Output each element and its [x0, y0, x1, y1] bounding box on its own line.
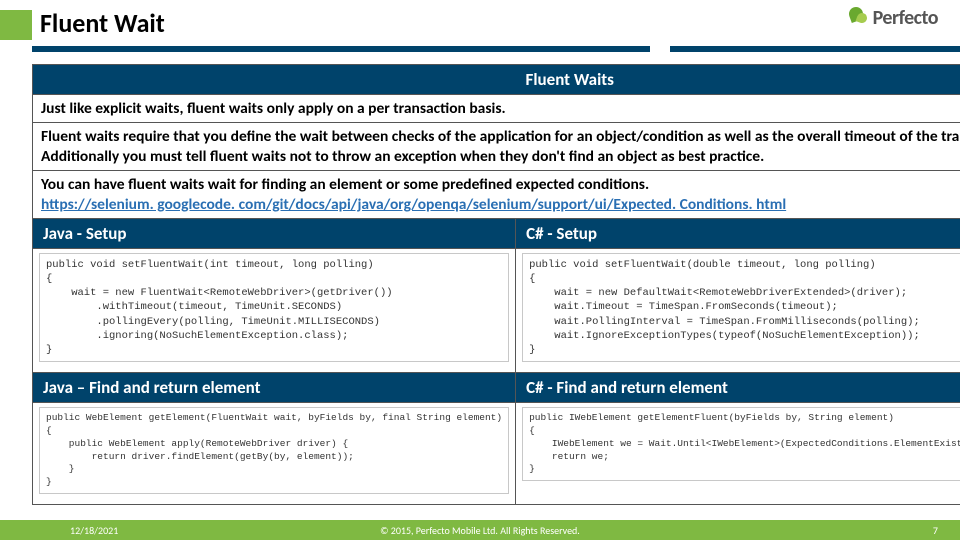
col-header-java-find: Java – Find and return element: [33, 373, 516, 403]
intro-row-3-text: You can have fluent waits wait for findi…: [41, 175, 649, 194]
header-rule-left: [32, 46, 650, 52]
col-header-java-setup: Java - Setup: [33, 218, 516, 248]
footer-date: 12/18/2021: [70, 524, 118, 537]
code-java-find-cell: public WebElement getElement(FluentWait …: [33, 403, 516, 505]
col-header-cs-find: C# - Find and return element: [516, 373, 960, 403]
intro-row-1: Just like explicit waits, fluent waits o…: [33, 95, 960, 123]
accent-block: [0, 10, 32, 40]
code-java-find: public WebElement getElement(FluentWait …: [39, 407, 509, 494]
code-cs-setup: public void setFluentWait(double timeout…: [522, 253, 960, 362]
header-rule-right: [670, 46, 960, 52]
brand-logo: Perfecto: [847, 6, 938, 30]
code-cs-setup-cell: public void setFluentWait(double timeout…: [516, 248, 960, 372]
footer-bar: 12/18/2021 © 2015, Perfecto Mobile Ltd. …: [0, 520, 960, 540]
slide-title: Fluent Wait: [40, 7, 165, 39]
code-cs-find: public IWebElement getElementFluent(byFi…: [522, 407, 960, 481]
footer-page-number: 7: [933, 524, 938, 537]
logo-icon: [847, 7, 869, 29]
footer-copyright: © 2015, Perfecto Mobile Ltd. All Rights …: [380, 524, 580, 537]
expected-conditions-link[interactable]: https://selenium. googlecode. com/git/do…: [41, 195, 786, 214]
content-table: Fluent Waits Just like explicit waits, f…: [32, 64, 960, 505]
intro-row-2: Fluent waits require that you define the…: [33, 123, 960, 171]
logo-text: Perfecto: [873, 6, 938, 30]
code-cs-find-cell: public IWebElement getElementFluent(byFi…: [516, 403, 960, 505]
col-header-cs-setup: C# - Setup: [516, 218, 960, 248]
intro-row-3: You can have fluent waits wait for findi…: [33, 171, 960, 219]
code-java-setup: public void setFluentWait(int timeout, l…: [39, 253, 509, 362]
section-header: Fluent Waits: [33, 65, 960, 95]
code-java-setup-cell: public void setFluentWait(int timeout, l…: [33, 248, 516, 372]
